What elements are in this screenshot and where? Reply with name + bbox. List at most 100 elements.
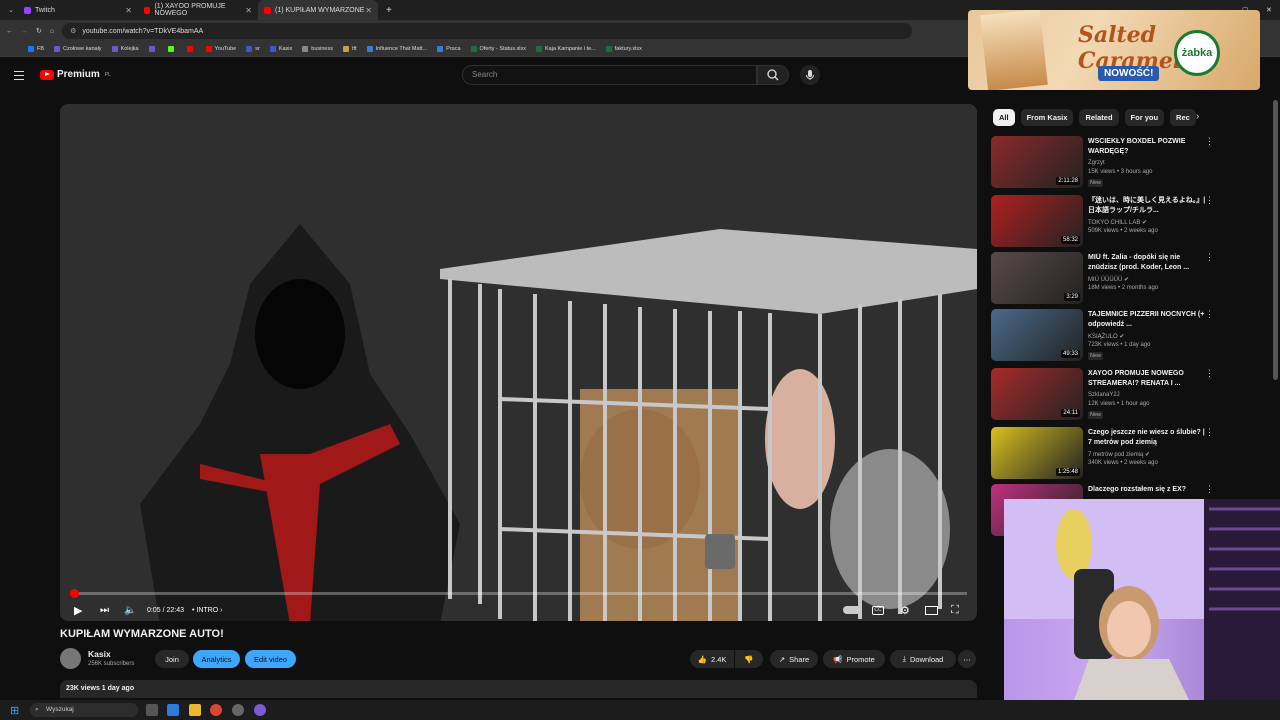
back-icon[interactable]: ←: [6, 28, 13, 35]
play-icon[interactable]: ▶: [74, 604, 82, 617]
share-button[interactable]: ↗ Share: [770, 650, 818, 668]
video-thumbnail[interactable]: 24:11: [991, 368, 1083, 420]
window-close-icon[interactable]: ✕: [1266, 6, 1272, 14]
youtube-premium-logo[interactable]: Premium PL: [40, 69, 111, 80]
bookmark-item[interactable]: sr: [246, 46, 260, 52]
bookmark-item[interactable]: Kaja Kampanie i te...: [536, 46, 596, 52]
more-options-icon[interactable]: ⋮: [1205, 196, 1214, 205]
bookmark-item[interactable]: tft: [343, 46, 357, 52]
more-options-icon[interactable]: ⋮: [1205, 253, 1214, 262]
bookmark-item[interactable]: Czołowe kanały: [54, 46, 102, 52]
recommended-video[interactable]: 2:11:28 WŚCIEKŁY BOXDEL POZWIE WARDĘGĘ? Zg…: [991, 136, 1221, 190]
bookmark-item[interactable]: Kasix: [269, 46, 292, 52]
channel-avatar[interactable]: [60, 648, 81, 669]
more-actions-button[interactable]: ⋯: [958, 650, 976, 668]
progress-handle[interactable]: [69, 589, 79, 598]
reload-icon[interactable]: ↻: [36, 27, 42, 35]
tab-label: Twitch: [35, 6, 55, 14]
logo-country: PL: [104, 71, 111, 78]
progress-bar[interactable]: [69, 589, 967, 598]
bookmark-item[interactable]: Oferty - Status.xlsx: [470, 46, 526, 52]
search-input[interactable]: Search: [462, 65, 757, 85]
subtitles-icon[interactable]: CC: [872, 605, 884, 615]
hamburger-menu-icon[interactable]: [14, 71, 24, 80]
more-options-icon[interactable]: ⋮: [1205, 369, 1214, 378]
bookmark-icon: [437, 46, 444, 52]
recommended-video[interactable]: 1:25:48 Czego jeszcze nie wiesz o ślubie?…: [991, 427, 1221, 481]
video-thumbnail[interactable]: 58:32: [991, 195, 1083, 247]
tab-xayoo[interactable]: (1) XAYOO PROMUJE NOWEGO ✕: [138, 0, 258, 20]
recommended-video[interactable]: 58:32 『迷いは、時に美しく見えるよね。』| 日本語ラップ/チルラ... TOK…: [991, 195, 1221, 249]
taskbar-search-input[interactable]: ⌕ Wyszukaj: [30, 703, 138, 717]
new-tab-icon[interactable]: +: [386, 5, 392, 16]
bookmark-item[interactable]: [186, 46, 196, 52]
url-field[interactable]: ⚙ youtube.com/watch?v=TDkVE4bamAA: [62, 23, 913, 39]
chevron-right-icon[interactable]: ›: [1196, 111, 1199, 122]
description-box[interactable]: 23K views 1 day ago: [60, 680, 977, 698]
bookmark-item[interactable]: Praca: [437, 46, 461, 52]
chapter-label[interactable]: • INTRO ›: [192, 607, 222, 614]
autoplay-toggle[interactable]: [843, 606, 861, 614]
task-view-icon[interactable]: [146, 704, 158, 716]
video-thumbnail[interactable]: 49:33: [991, 309, 1083, 361]
forward-icon[interactable]: →: [21, 28, 28, 35]
filter-chip[interactable]: Related: [1079, 109, 1119, 126]
more-options-icon[interactable]: ⋮: [1205, 137, 1214, 146]
bookmark-item[interactable]: FB: [28, 46, 44, 52]
video-thumbnail[interactable]: 1:25:48: [991, 427, 1083, 479]
filter-chip[interactable]: Rec: [1170, 109, 1196, 126]
bookmark-item[interactable]: Influence That Matt...: [366, 46, 427, 52]
messenger-icon[interactable]: [254, 704, 266, 716]
volume-icon[interactable]: 🔈: [124, 605, 136, 616]
voice-search-button[interactable]: [800, 65, 820, 85]
next-icon[interactable]: ⏭: [100, 605, 109, 616]
video-thumbnail[interactable]: 3:29: [991, 252, 1083, 304]
download-button[interactable]: ⤓ Download: [890, 650, 956, 668]
recommended-video[interactable]: 49:33 TAJEMNICE PIZZERII NOCNYCH (+ odpow…: [991, 309, 1221, 363]
fullscreen-icon[interactable]: ⛶: [951, 604, 959, 617]
video-player[interactable]: ▶ ⏭ 🔈 0:05 / 22:43 • INTRO › CC ⚙ ⛶: [60, 104, 977, 621]
search-button[interactable]: [757, 65, 789, 85]
more-options-icon[interactable]: ⋮: [1205, 485, 1214, 494]
edge-icon[interactable]: [167, 704, 179, 716]
channel-name[interactable]: Kasix: [88, 649, 111, 659]
filter-chip[interactable]: All: [993, 109, 1015, 126]
settings-app-icon[interactable]: [232, 704, 244, 716]
close-icon[interactable]: ✕: [245, 6, 252, 15]
share-icon: ↗: [778, 654, 786, 664]
tab-kupilam[interactable]: (1) KUPIŁAM WYMARZONE ✕: [258, 0, 378, 20]
chrome-icon[interactable]: [210, 704, 222, 716]
windows-start-icon[interactable]: ⊞: [10, 704, 19, 717]
join-button[interactable]: Join: [155, 650, 189, 668]
filter-chip[interactable]: From Kasix: [1020, 109, 1074, 126]
bookmark-item[interactable]: YouTube: [205, 46, 236, 52]
scrollbar[interactable]: [1273, 100, 1278, 380]
bookmark-item[interactable]: Kolejka: [111, 46, 139, 52]
dislike-button[interactable]: 👎: [735, 650, 763, 668]
tab-twitch[interactable]: Twitch ✕: [18, 0, 138, 20]
more-options-icon[interactable]: ⋮: [1205, 310, 1214, 319]
theater-mode-icon[interactable]: [925, 605, 938, 615]
bookmark-item[interactable]: [167, 46, 177, 52]
home-icon[interactable]: ⌂: [50, 28, 54, 35]
settings-icon[interactable]: ⚙: [900, 604, 910, 617]
file-explorer-icon[interactable]: [189, 704, 201, 716]
close-icon[interactable]: ✕: [365, 6, 372, 15]
edit-video-button[interactable]: Edit video: [245, 650, 296, 668]
close-icon[interactable]: ✕: [125, 6, 132, 15]
filter-chip[interactable]: For you: [1124, 109, 1165, 126]
bookmark-item[interactable]: faktury.xlsx: [605, 46, 642, 52]
site-info-icon[interactable]: ⚙: [70, 27, 76, 35]
like-button[interactable]: 👍 2.4K: [690, 650, 734, 668]
bookmark-item[interactable]: [148, 46, 158, 52]
bookmark-label: Czołowe kanały: [63, 46, 102, 52]
recommended-video[interactable]: 24:11 XAYOO PROMUJE NOWEGO STREAMERA!? RE…: [991, 368, 1221, 422]
tab-search-icon[interactable]: ⌄: [4, 6, 18, 14]
analytics-button[interactable]: Analytics: [193, 650, 240, 668]
recommended-video[interactable]: 3:29 MIÜ ft. Zalia - dopóki się nie znüdz…: [991, 252, 1221, 306]
promote-button[interactable]: 📢 Promote: [823, 650, 885, 668]
video-thumbnail[interactable]: 2:11:28: [991, 136, 1083, 188]
ad-banner[interactable]: Salted Caramel NOWOŚĆ! żabka: [968, 10, 1260, 90]
more-options-icon[interactable]: ⋮: [1205, 428, 1214, 437]
bookmark-item[interactable]: business: [302, 46, 333, 52]
